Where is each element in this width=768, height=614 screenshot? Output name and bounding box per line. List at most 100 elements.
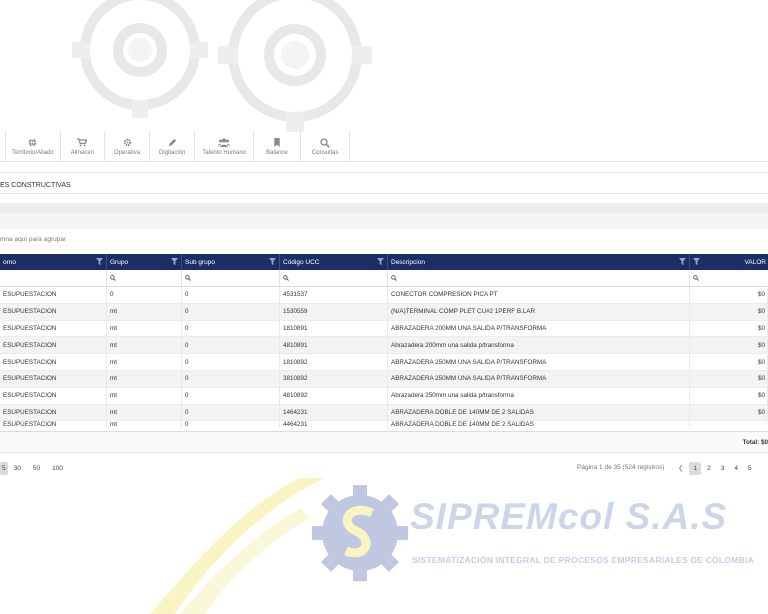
cell-descripcion: (N/A)TERMINAL COMP PLET CU#2 1PERF B.LAR [388, 303, 690, 320]
filter-icon[interactable] [269, 258, 276, 265]
column-header-label: Grupo [110, 258, 129, 266]
table-row[interactable]: ESUPUESTACION mt 0 1530559 (N/A)TERMINAL… [0, 303, 768, 321]
cell-codigo-ucc: 1810891 [280, 320, 388, 337]
cell-sub-grupo: 0 [182, 303, 280, 320]
search-icon [110, 275, 116, 281]
cell-entorno: ESUPUESTACION [0, 303, 107, 320]
cell-entorno: ESUPUESTACION [0, 370, 107, 387]
search-icon [391, 275, 397, 281]
prev-page-button[interactable]: ❮ [674, 461, 687, 475]
cell-valor: $0 [690, 370, 768, 387]
page-size-selector: 5 30 50 100 [0, 460, 69, 476]
page: Territorio/Aliado Almacen Operativa Digi… [0, 0, 768, 614]
search-icon [185, 275, 191, 281]
column-header-sub-grupo[interactable]: Sub grupo [182, 254, 280, 270]
table-row-partial[interactable]: ESUPUESTACION mt 0 4464231 ABRAZADERA DO… [0, 421, 768, 429]
toolbar-item-label: Digitacion [159, 149, 186, 156]
page-size-100[interactable]: 100 [46, 462, 69, 475]
cell-sub-grupo: 0 [182, 404, 280, 421]
filter-icon[interactable] [171, 258, 178, 265]
column-header-label: Código UCC [283, 258, 320, 266]
cell-valor: $0 [690, 354, 768, 370]
table-row[interactable]: ESUPUESTACION mt 0 1810891 ABRAZADERA 20… [0, 320, 768, 338]
module-toolbar: Territorio/Aliado Almacen Operativa Digi… [0, 132, 768, 162]
cell-descripcion: ABRAZADERA 250MM UNA SALIDA P/TRANSFORMA [388, 370, 690, 387]
column-header-codigo-ucc[interactable]: Código UCC [280, 254, 388, 270]
cart-icon [76, 138, 88, 148]
cell-entorno: ESUPUESTACION [0, 354, 107, 370]
pencil-icon [166, 138, 178, 148]
column-header-valor[interactable]: VALOR [690, 254, 768, 270]
filter-cell-sub-grupo[interactable] [182, 270, 280, 286]
cell-codigo-ucc: 1464231 [280, 404, 388, 421]
header-banner [0, 0, 768, 132]
page-button-1[interactable]: 1 [689, 461, 702, 475]
cell-sub-grupo: 0 [182, 370, 280, 387]
data-grid: orno Grupo Sub grupo Código UCC Descripc… [0, 254, 768, 453]
table-row[interactable]: ESUPUESTACION 0 0 4531537 CONECTOR COMPR… [0, 287, 768, 304]
column-header-grupo[interactable]: Grupo [107, 254, 182, 270]
cell-descripcion: CONECTOR COMPRESION PICA PT [388, 287, 690, 303]
filter-cell-entorno[interactable] [0, 270, 107, 286]
filter-cell-codigo-ucc[interactable] [280, 270, 388, 286]
cell-valor: $0 [690, 287, 768, 303]
grid-body: ESUPUESTACION 0 0 4531537 CONECTOR COMPR… [0, 287, 768, 431]
filter-icon[interactable] [679, 258, 686, 265]
filter-cell-grupo[interactable] [107, 270, 182, 286]
toolbar-item-label: Talento Humano [202, 149, 247, 156]
page-size-30[interactable]: 30 [8, 462, 27, 475]
page-size-5[interactable]: 5 [0, 461, 8, 475]
section-title: ES CONSTRUCTIVAS [0, 172, 768, 194]
cell-grupo: mt [107, 404, 182, 421]
group-panel-hint[interactable]: mna aquí para agrupar [0, 236, 66, 243]
cell-grupo: mt [107, 303, 182, 320]
cell-descripcion: ABRAZADERA DOBLE DE 140MM DE 2 SALIDAS [388, 421, 690, 429]
filter-cell-valor[interactable] [690, 270, 768, 286]
page-button-5[interactable]: 5 [744, 462, 756, 475]
cell-grupo: mt [107, 337, 182, 354]
cell-codigo-ucc: 3810892 [280, 370, 388, 387]
table-row[interactable]: ESUPUESTACION mt 0 1464231 ABRAZADERA DO… [0, 404, 768, 422]
column-header-entorno[interactable]: orno [0, 254, 107, 270]
watermark-subtitle: SISTEMATIZACIÓN INTEGRAL DE PROCESOS EMP… [412, 555, 755, 565]
toolbar-item-digitacion[interactable]: Digitacion [149, 132, 194, 161]
cell-valor: $0 [690, 303, 768, 320]
search-icon [319, 137, 331, 148]
toolbar-band [0, 203, 768, 213]
column-header-descripcion[interactable]: Descripcion [388, 254, 690, 270]
filter-icon[interactable] [693, 258, 700, 265]
toolbar-item-almacen[interactable]: Almacen [59, 132, 104, 161]
page-buttons: ❮ 1 2 3 4 5 [673, 460, 757, 476]
cell-codigo-ucc: 4531537 [280, 287, 388, 303]
toolbar-item-consultas[interactable]: Consultas [299, 132, 351, 161]
toolbar-item-label: Territorio/Aliado [12, 149, 54, 156]
cell-entorno: ESUPUESTACION [0, 337, 107, 354]
toolbar-item-operativa[interactable]: Operativa [104, 132, 149, 161]
cell-sub-grupo: 0 [182, 354, 280, 370]
table-row[interactable]: ESUPUESTACION mt 0 4810891 Abrazadera 20… [0, 337, 768, 355]
table-row[interactable]: ESUPUESTACION mt 0 4810892 Abrazadera 25… [0, 387, 768, 405]
filter-icon[interactable] [377, 258, 384, 265]
page-button-4[interactable]: 4 [730, 462, 742, 475]
table-row[interactable]: ESUPUESTACION mt 0 1810892 ABRAZADERA 25… [0, 354, 768, 371]
table-row[interactable]: ESUPUESTACION mt 0 3810892 ABRAZADERA 25… [0, 370, 768, 388]
bookmark-icon [271, 138, 283, 148]
page-size-50[interactable]: 50 [27, 462, 46, 475]
filter-icon[interactable] [96, 258, 103, 265]
grid-header-row: orno Grupo Sub grupo Código UCC Descripc… [0, 254, 768, 270]
page-button-3[interactable]: 3 [717, 462, 729, 475]
cell-sub-grupo: 0 [182, 287, 280, 303]
toolbar-item-talento-humano[interactable]: Talento Humano [194, 132, 253, 161]
cell-sub-grupo: 0 [182, 337, 280, 354]
column-header-label: orno [3, 258, 17, 266]
toolbar-item-balance[interactable]: Balance [253, 132, 300, 161]
filter-cell-descripcion[interactable] [388, 270, 690, 286]
toolbar-item-territorio[interactable]: Territorio/Aliado [5, 132, 60, 161]
column-header-label: Descripcion [391, 258, 425, 266]
cell-valor: $0 [690, 404, 768, 421]
cell-grupo: mt [107, 421, 182, 429]
gears-illustration [72, 0, 372, 132]
page-button-2[interactable]: 2 [703, 462, 715, 475]
cell-grupo: 0 [107, 287, 182, 303]
cell-sub-grupo: 0 [182, 421, 280, 429]
